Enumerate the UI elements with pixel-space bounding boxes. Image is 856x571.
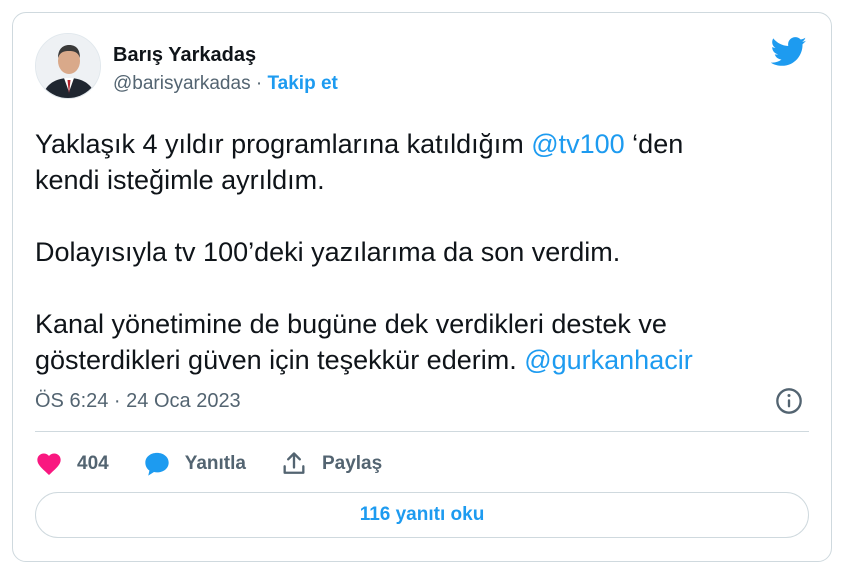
like-count: 404 (77, 453, 109, 474)
divider (35, 431, 809, 432)
tweet-text-segment: Yaklaşık 4 yıldır programlarına katıldığ… (35, 129, 532, 159)
tweet-line: Dolayısıyla tv 100’deki yazılarıma da so… (35, 237, 621, 267)
avatar[interactable] (35, 33, 101, 99)
mention-link-gurkanhacir[interactable]: @gurkanhacir (524, 345, 693, 375)
action-bar: 404 Yanıtla Paylaş (35, 449, 416, 479)
tweet-line: gösterdikleri güven için teşekkür ederim… (35, 342, 815, 378)
tweet-line: Kanal yönetimine de bugüne dek verdikler… (35, 309, 667, 339)
share-button[interactable]: Paylaş (280, 450, 382, 478)
reply-label: Yanıtla (184, 453, 246, 474)
author-handle-row: @barisyarkadas · Takip et (113, 73, 338, 95)
mention-link-tv100[interactable]: @tv100 (531, 129, 624, 159)
author-handle[interactable]: @barisyarkadas (113, 73, 251, 94)
tweet-line: kendi isteğimle ayrıldım. (35, 165, 325, 195)
tweet-line: Yaklaşık 4 yıldır programlarına katıldığ… (35, 126, 815, 162)
avatar-portrait-icon (36, 34, 100, 98)
share-upload-icon (283, 452, 305, 474)
like-button[interactable]: 404 (35, 450, 109, 478)
read-replies-button[interactable]: 116 yanıtı oku (35, 492, 809, 538)
speech-bubble-icon (145, 452, 169, 476)
reply-button[interactable]: Yanıtla (143, 450, 246, 478)
tweet-timestamp[interactable]: ÖS 6:24 · 24 Oca 2023 (35, 390, 241, 413)
share-label: Paylaş (321, 453, 383, 474)
tweet-card: Barış Yarkadaş @barisyarkadas · Takip et… (12, 12, 832, 562)
follow-button[interactable]: Takip et (267, 73, 337, 94)
tweet-text-segment: ‘den (624, 129, 684, 159)
info-icon[interactable] (775, 387, 803, 415)
twitter-bird-icon[interactable] (771, 37, 807, 67)
tweet-text-segment: gösterdikleri güven için teşekkür ederim… (35, 345, 525, 375)
handle-separator: · (255, 73, 263, 94)
heart-icon (37, 453, 61, 475)
author-name[interactable]: Barış Yarkadaş (113, 44, 256, 67)
tweet-text: Yaklaşık 4 yıldır programlarına katıldığ… (35, 126, 815, 378)
